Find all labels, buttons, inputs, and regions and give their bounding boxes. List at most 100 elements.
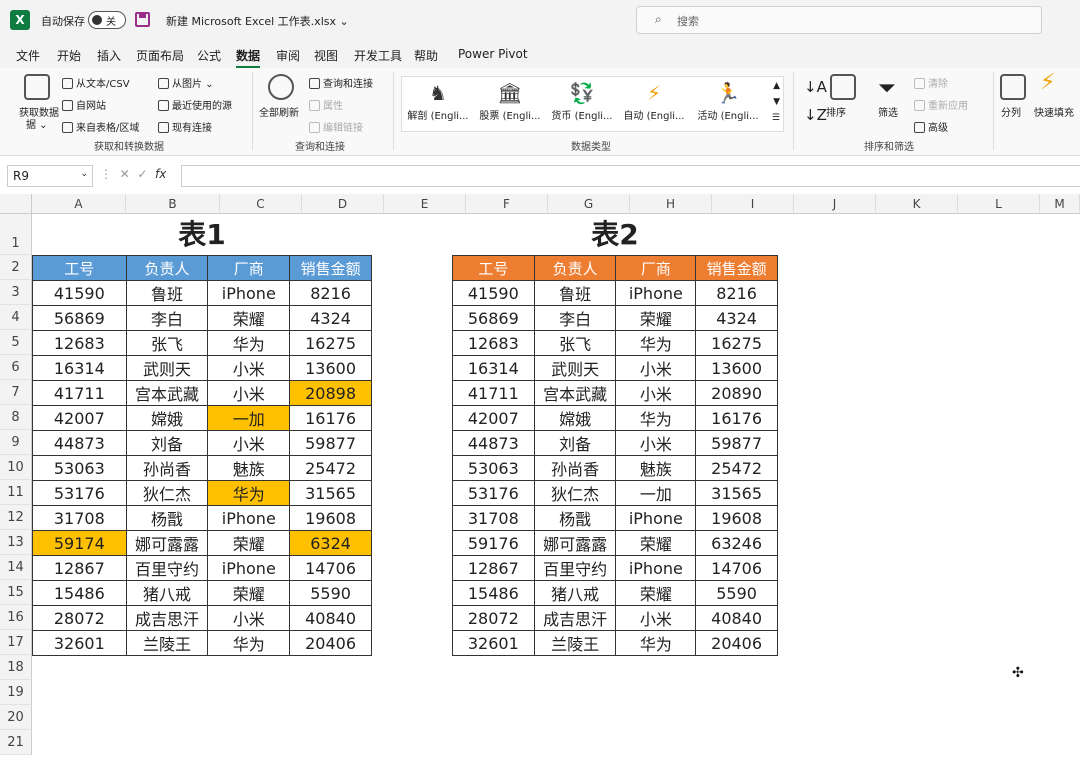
menu-help[interactable]: 帮助 — [414, 47, 438, 64]
data-cell[interactable]: 16275 — [289, 330, 372, 356]
column-header[interactable]: I — [712, 194, 794, 214]
menu-formulas[interactable]: 公式 — [197, 47, 221, 64]
data-cell[interactable]: iPhone — [615, 555, 697, 581]
clear-button[interactable]: 清除 — [914, 75, 948, 90]
data-cell[interactable]: 44873 — [32, 430, 127, 456]
data-cell[interactable]: 14706 — [695, 555, 778, 581]
row-header[interactable]: 14 — [0, 555, 32, 580]
data-cell[interactable]: 小米 — [615, 430, 697, 456]
data-cell[interactable]: 28072 — [452, 605, 535, 631]
menu-review[interactable]: 审阅 — [276, 47, 300, 64]
data-cell[interactable]: 狄仁杰 — [533, 480, 617, 506]
data-cell[interactable]: 杨戬 — [125, 505, 209, 531]
column-header[interactable]: H — [630, 194, 712, 214]
data-cell[interactable]: 4324 — [695, 305, 778, 331]
data-cell[interactable]: 56869 — [32, 305, 127, 331]
data-cell[interactable]: iPhone — [615, 505, 697, 531]
header-cell[interactable]: 负责人 — [125, 255, 209, 281]
data-cell[interactable]: 53176 — [452, 480, 535, 506]
data-cell[interactable]: 44873 — [452, 430, 535, 456]
data-cell[interactable]: 兰陵王 — [533, 630, 617, 656]
data-cell[interactable]: 华为 — [207, 330, 291, 356]
data-cell[interactable]: 华为 — [207, 480, 291, 506]
file-name[interactable]: 新建 Microsoft Excel 工作表.xlsx ⌄ — [166, 13, 349, 29]
column-header[interactable]: C — [220, 194, 302, 214]
properties-button[interactable]: 属性 — [309, 97, 343, 112]
data-cell[interactable]: 小米 — [615, 380, 697, 406]
fx-icon[interactable]: fx — [155, 167, 166, 181]
column-header[interactable]: J — [794, 194, 876, 214]
column-header[interactable]: K — [876, 194, 958, 214]
data-cell[interactable]: 华为 — [207, 630, 291, 656]
data-cell[interactable]: 杨戬 — [533, 505, 617, 531]
menu-power-pivot[interactable]: Power Pivot — [458, 47, 528, 61]
gallery-scroll-up-icon[interactable]: ▲ — [773, 81, 780, 91]
row-header[interactable]: 4 — [0, 305, 32, 330]
header-cell[interactable]: 厂商 — [615, 255, 697, 281]
column-header[interactable]: B — [126, 194, 220, 214]
data-cell[interactable]: 小米 — [207, 355, 291, 381]
data-cell[interactable]: 成吉思汗 — [125, 605, 209, 631]
data-type-automatic[interactable]: ⚡ 自动 (Engli... — [622, 79, 686, 122]
data-cell[interactable]: 8216 — [695, 280, 778, 306]
data-cell[interactable]: 5590 — [289, 580, 372, 606]
refresh-all-button[interactable]: 全部刷新 — [259, 104, 299, 119]
data-cell[interactable]: 15486 — [32, 580, 127, 606]
data-cell[interactable]: 59877 — [695, 430, 778, 456]
data-cell[interactable]: 53063 — [452, 455, 535, 481]
column-header[interactable]: A — [32, 194, 126, 214]
filter-button[interactable]: 筛选 — [878, 104, 898, 119]
data-cell[interactable]: 小米 — [207, 605, 291, 631]
header-cell[interactable]: 工号 — [32, 255, 127, 281]
menu-data[interactable]: 数据 — [236, 47, 261, 68]
data-cell[interactable]: 19608 — [695, 505, 778, 531]
data-cell[interactable]: 鲁班 — [125, 280, 209, 306]
data-type-stocks[interactable]: 🏛 股票 (Engli... — [478, 79, 542, 122]
header-cell[interactable]: 工号 — [452, 255, 535, 281]
data-cell[interactable]: 14706 — [289, 555, 372, 581]
data-cell[interactable]: 娜可露露 — [125, 530, 209, 556]
data-type-currency[interactable]: 💱 货币 (Engli... — [550, 79, 614, 122]
sort-az-icon[interactable]: ↓A — [804, 78, 827, 96]
row-header[interactable]: 20 — [0, 705, 32, 730]
row-header[interactable]: 15 — [0, 580, 32, 605]
row-header[interactable]: 3 — [0, 280, 32, 305]
data-cell[interactable]: 4324 — [289, 305, 372, 331]
data-cell[interactable]: 一加 — [207, 405, 291, 431]
data-cell[interactable]: 6324 — [289, 530, 372, 556]
data-cell[interactable]: 16275 — [695, 330, 778, 356]
data-cell[interactable]: 小米 — [615, 605, 697, 631]
data-cell[interactable]: 41590 — [452, 280, 535, 306]
data-cell[interactable]: 28072 — [32, 605, 127, 631]
data-cell[interactable]: 12867 — [32, 555, 127, 581]
edit-links-button[interactable]: 编辑链接 — [309, 119, 363, 134]
data-cell[interactable]: 李白 — [125, 305, 209, 331]
from-picture-button[interactable]: 从图片 ⌄ — [158, 75, 214, 90]
data-cell[interactable]: 32601 — [452, 630, 535, 656]
row-header[interactable]: 16 — [0, 605, 32, 630]
data-cell[interactable]: 百里守约 — [533, 555, 617, 581]
row-header[interactable]: 17 — [0, 630, 32, 655]
data-cell[interactable]: 16176 — [695, 405, 778, 431]
data-cell[interactable]: 张飞 — [125, 330, 209, 356]
data-cell[interactable]: 嫦娥 — [125, 405, 209, 431]
row-header[interactable]: 7 — [0, 380, 32, 405]
menu-insert[interactable]: 插入 — [97, 47, 121, 64]
data-cell[interactable]: 成吉思汗 — [533, 605, 617, 631]
data-cell[interactable]: 兰陵王 — [125, 630, 209, 656]
row-header[interactable]: 5 — [0, 330, 32, 355]
data-cell[interactable]: iPhone — [207, 280, 291, 306]
search-box[interactable]: ⌕ 搜索 — [636, 6, 1042, 34]
data-cell[interactable]: 荣耀 — [207, 530, 291, 556]
data-cell[interactable]: 16176 — [289, 405, 372, 431]
menu-page-layout[interactable]: 页面布局 — [136, 47, 184, 64]
data-cell[interactable]: 15486 — [452, 580, 535, 606]
row-header[interactable]: 1 — [0, 214, 32, 255]
data-cell[interactable]: 31565 — [289, 480, 372, 506]
data-cell[interactable]: 40840 — [289, 605, 372, 631]
menu-file[interactable]: 文件 — [16, 47, 40, 64]
data-cell[interactable]: 孙尚香 — [533, 455, 617, 481]
gallery-scroll-down-icon[interactable]: ▼ — [773, 97, 780, 107]
menu-view[interactable]: 视图 — [314, 47, 338, 64]
chevron-down-icon[interactable]: ⌄ — [80, 169, 88, 179]
